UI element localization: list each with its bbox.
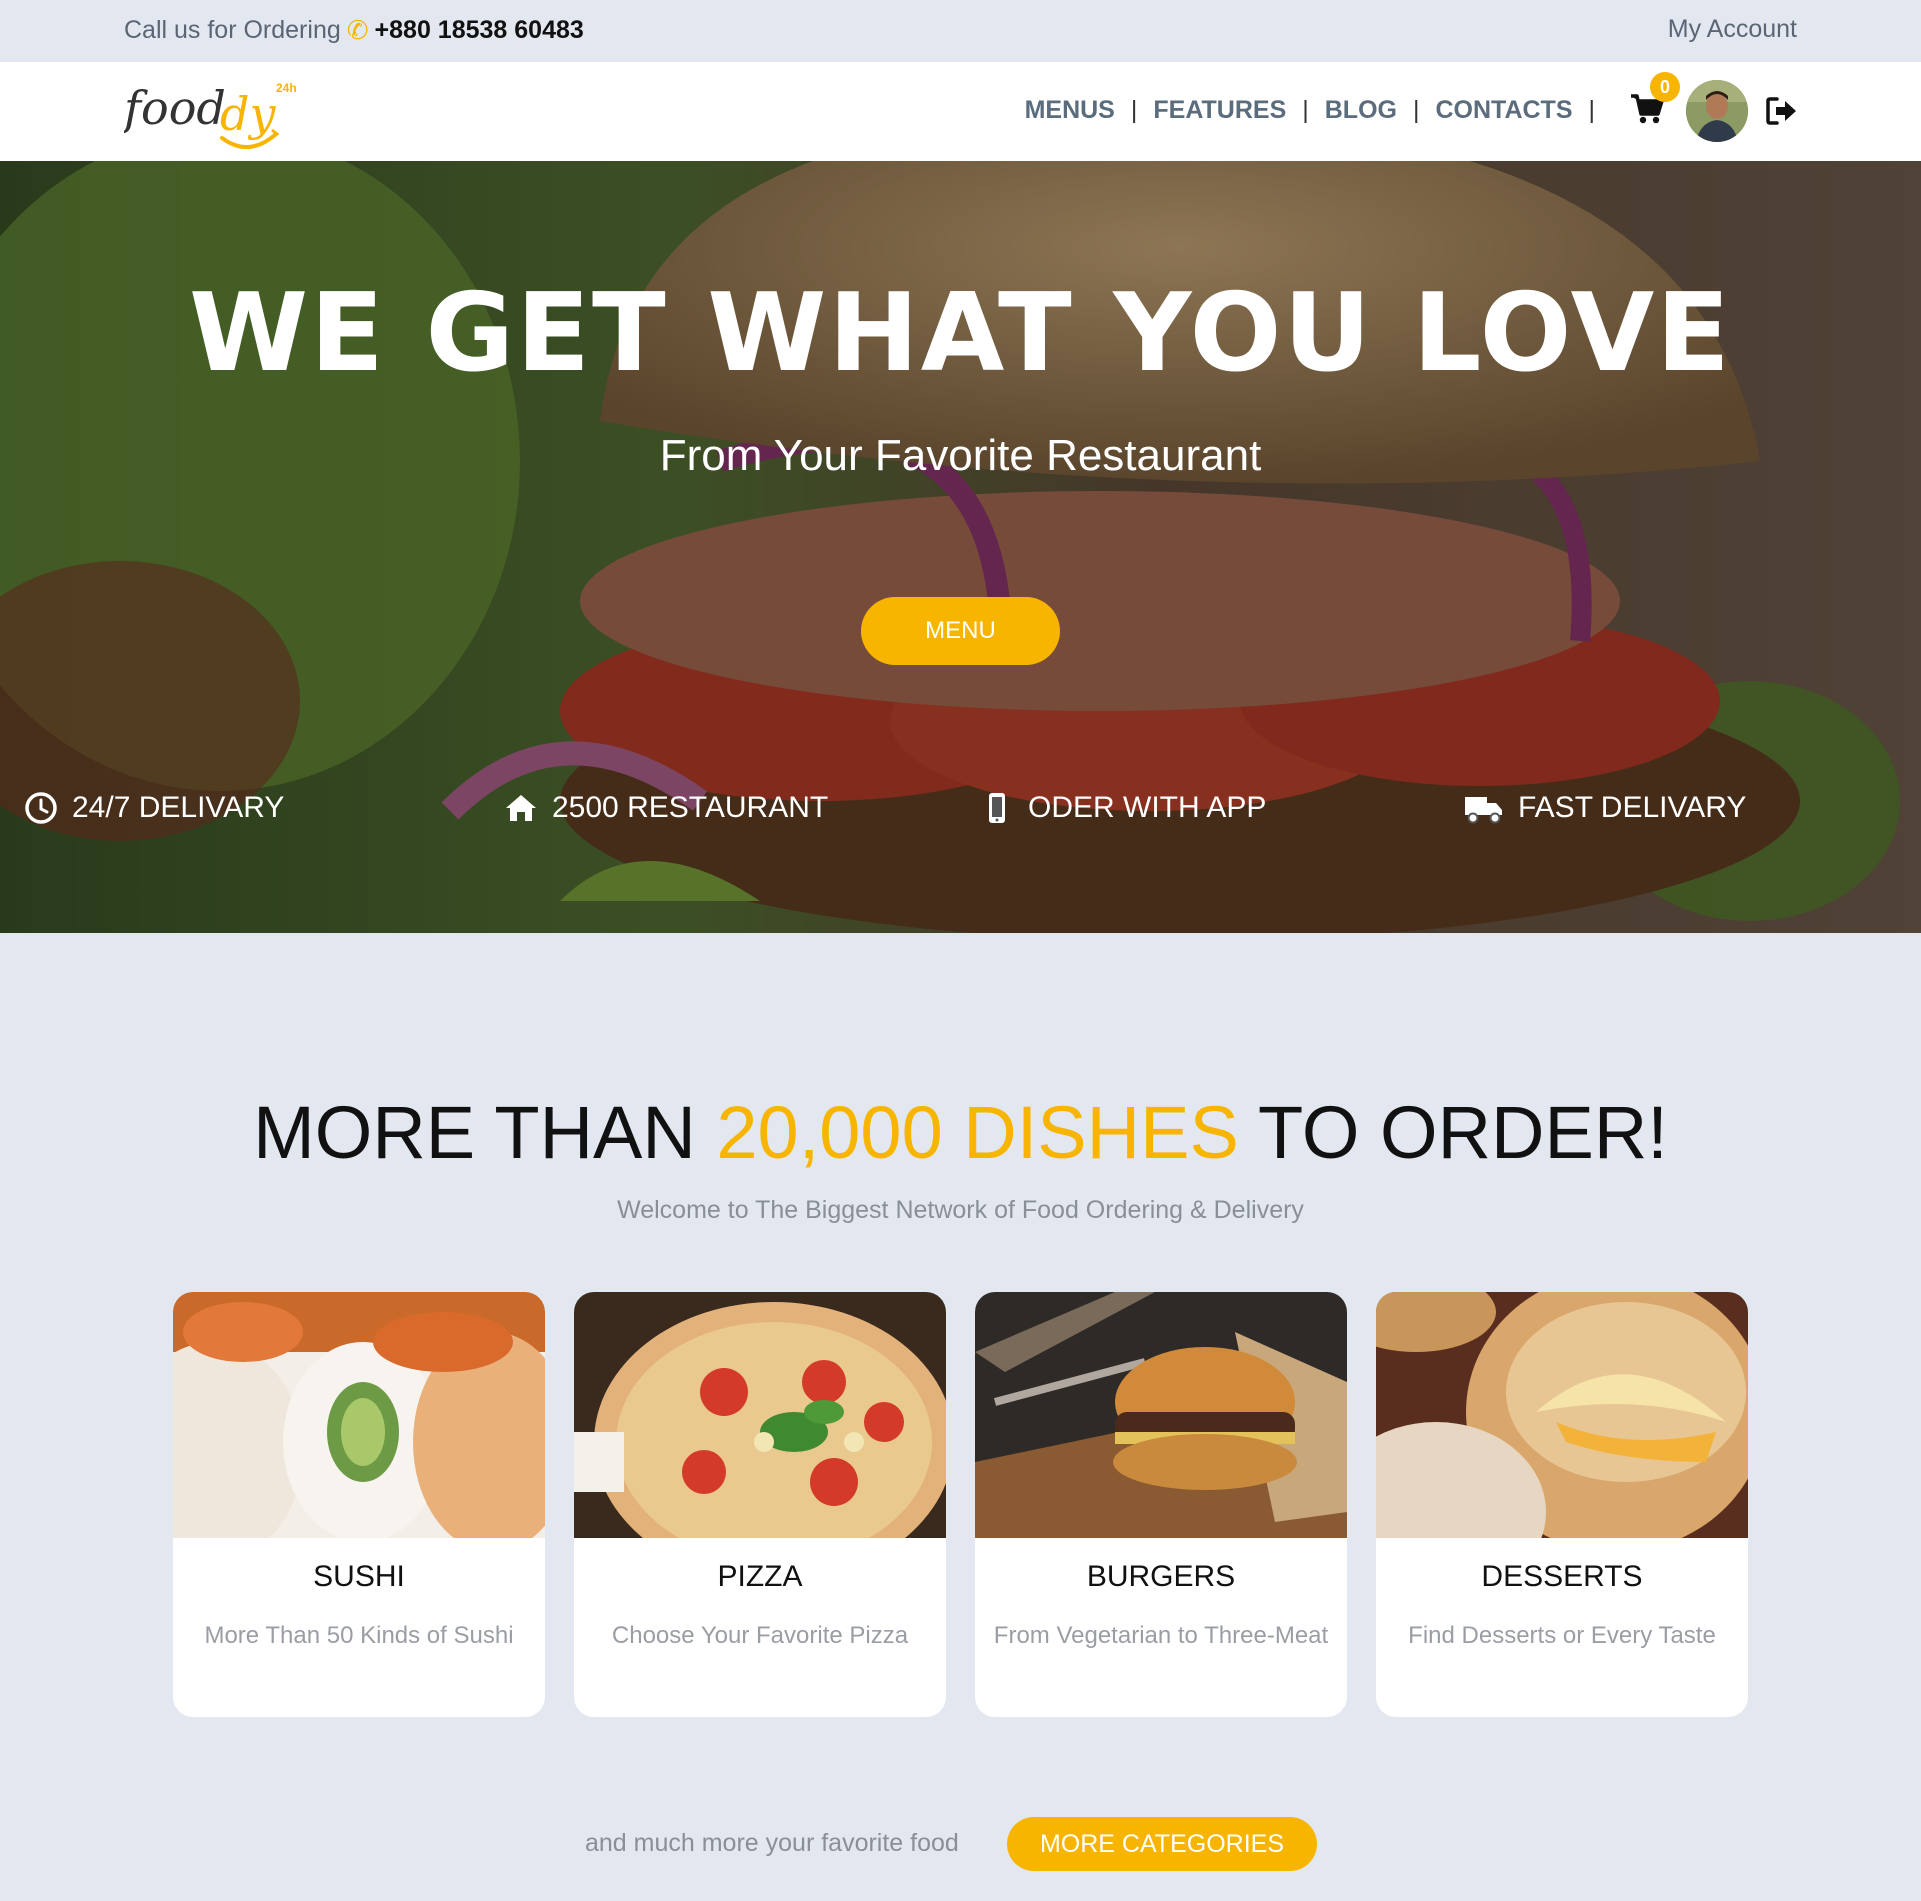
card-title: PIZZA (717, 1560, 803, 1593)
nav-separator: | (1302, 96, 1309, 124)
feature-label: ODER WITH APP (1028, 791, 1267, 824)
category-card-sushi[interactable]: SUSHI More Than 50 Kinds of Sushi (173, 1292, 545, 1717)
feature-label: 24/7 DELIVARY (72, 791, 285, 824)
nav-features[interactable]: FEATURES (1153, 96, 1286, 125)
dishes-heading-part2: TO ORDER! (1238, 1091, 1668, 1174)
nav-separator: | (1412, 96, 1420, 124)
category-card-burgers[interactable]: BURGERS From Vegetarian to Three-Meat (975, 1292, 1347, 1717)
dishes-subtitle: Welcome to The Biggest Network of Food O… (617, 1196, 1304, 1224)
phone-number[interactable]: +880 18538 60483 (375, 16, 584, 45)
more-food-text: and much more your favorite food (585, 1829, 959, 1857)
avatar[interactable] (1686, 80, 1748, 142)
sushi-image (173, 1292, 545, 1538)
truck-icon (1465, 797, 1502, 824)
logout-icon[interactable] (1766, 96, 1798, 126)
card-description: Find Desserts or Every Taste (1408, 1622, 1716, 1649)
main-nav: MENUS | FEATURES | BLOG | CONTACTS | (1025, 96, 1611, 125)
clock-icon (25, 792, 57, 824)
navbar: food dy 24h MENUS | FEATURES | BLOG | CO… (0, 62, 1921, 161)
hero-title: WE GET WHAT YOU LOVE (189, 271, 1732, 396)
logo-text-accent: dy (220, 87, 276, 141)
more-categories-button[interactable]: MORE CATEGORIES (1007, 1817, 1317, 1871)
phone-icon: ✆ (346, 15, 369, 45)
home-icon (506, 795, 536, 821)
feature-label: FAST DELIVARY (1518, 791, 1747, 824)
menu-button[interactable]: MENU (861, 597, 1060, 665)
card-description: More Than 50 Kinds of Sushi (204, 1622, 514, 1649)
fooddy-logo[interactable]: food dy 24h (124, 72, 299, 152)
card-title: SUSHI (313, 1560, 405, 1593)
nav-menus[interactable]: MENUS (1025, 96, 1115, 125)
feature-order-app: ODER WITH APP (980, 791, 1266, 825)
call-info: Call us for Ordering ✆ +880 18538 60483 (124, 15, 584, 46)
cart-count-badge: 0 (1650, 72, 1680, 102)
logo-badge: 24h (276, 81, 297, 95)
nav-separator: | (1130, 96, 1138, 124)
card-description: Choose Your Favorite Pizza (611, 1622, 909, 1649)
hero-banner: WE GET WHAT YOU LOVE From Your Favorite … (0, 161, 1921, 933)
card-description: From Vegetarian to Three-Meat (993, 1622, 1329, 1649)
mobile-icon (989, 793, 1005, 823)
feature-restaurants: 2500 RESTAURANT (504, 791, 828, 825)
logo-text-dark: food (124, 81, 226, 135)
dishes-heading-accent: 20,000 DISHES (716, 1091, 1239, 1174)
card-title: DESSERTS (1481, 1560, 1643, 1593)
category-card-desserts[interactable]: DESSERTS Find Desserts or Every Taste (1376, 1292, 1748, 1717)
dishes-heading-part1: MORE THAN (253, 1091, 717, 1174)
feature-label: 2500 RESTAURANT (552, 791, 829, 824)
dishes-heading: MORE THAN 20,000 DISHES TO ORDER! (0, 1090, 1921, 1175)
nav-contacts[interactable]: CONTACTS (1435, 96, 1572, 125)
nav-separator: | (1588, 96, 1596, 124)
feature-24-7-delivery: 24/7 DELIVARY (24, 791, 284, 825)
dessert-image (1376, 1292, 1748, 1538)
my-account-link[interactable]: My Account (1668, 15, 1797, 44)
card-title: BURGERS (1086, 1560, 1236, 1593)
burger-image (975, 1292, 1347, 1538)
pizza-image (574, 1292, 946, 1538)
category-card-pizza[interactable]: PIZZA Choose Your Favorite Pizza (574, 1292, 946, 1717)
call-label: Call us for Ordering (124, 16, 341, 44)
nav-blog[interactable]: BLOG (1325, 96, 1397, 125)
hero-subtitle: From Your Favorite Restaurant (659, 431, 1262, 480)
top-bar: Call us for Ordering ✆ +880 18538 60483 … (0, 0, 1921, 62)
feature-fast-delivery: FAST DELIVARY (1464, 791, 1746, 825)
